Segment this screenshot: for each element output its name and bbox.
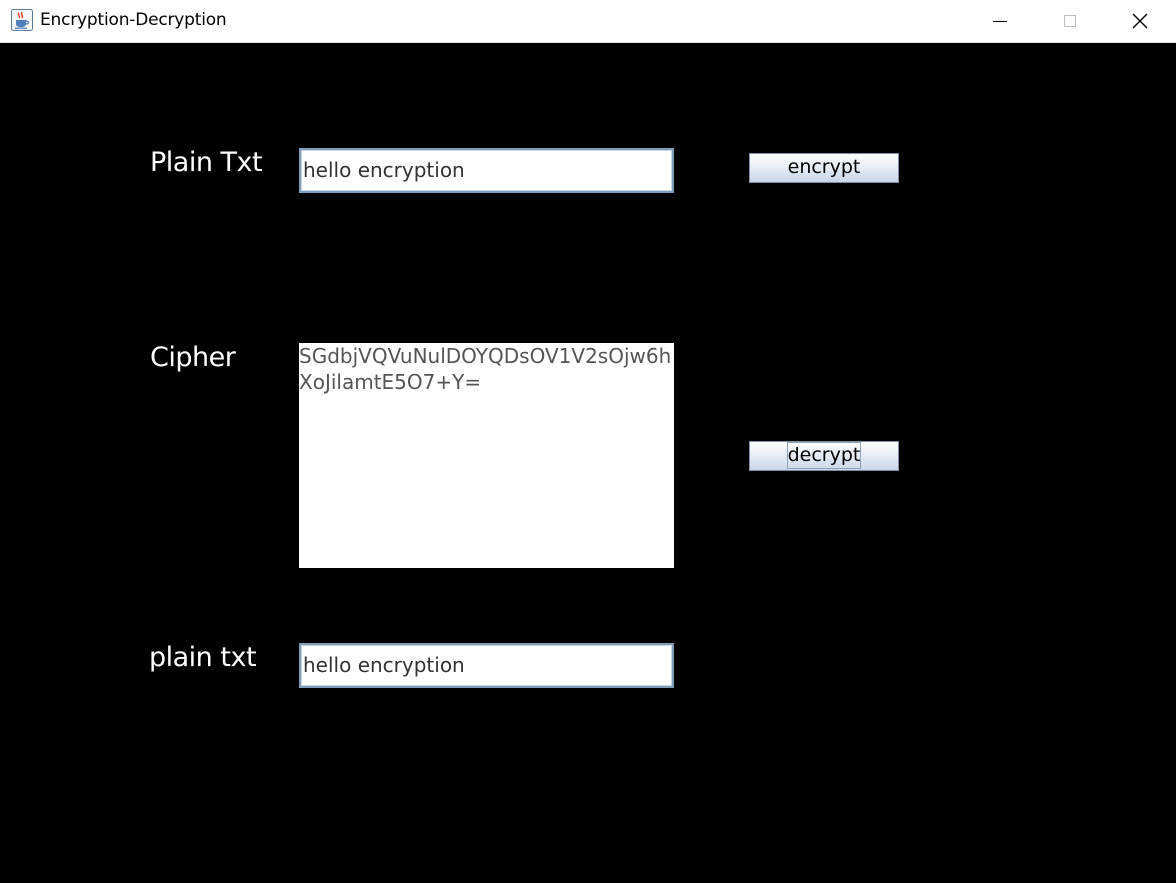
maximize-icon bbox=[1064, 15, 1076, 27]
close-button[interactable] bbox=[1105, 0, 1175, 42]
window-title: Encryption-Decryption bbox=[40, 10, 227, 30]
plain-text-label: Plain Txt bbox=[150, 147, 263, 178]
decrypt-button[interactable]: decrypt bbox=[749, 441, 899, 471]
encrypt-button[interactable]: encrypt bbox=[749, 153, 899, 183]
result-plain-text-input[interactable]: hello encryption bbox=[299, 643, 674, 688]
app-window: Encryption-Decryption Plain Txt hello en… bbox=[0, 0, 1176, 883]
maximize-button[interactable] bbox=[1035, 0, 1105, 42]
cipher-textarea[interactable]: SGdbjVQVuNulDOYQDsOV1V2sOjw6hXoJilamtE5O… bbox=[299, 343, 674, 568]
minimize-button[interactable] bbox=[965, 0, 1035, 42]
result-plain-text-label: plain txt bbox=[149, 642, 257, 673]
minimize-icon bbox=[993, 21, 1007, 22]
content-pane: Plain Txt hello encryption encrypt Ciphe… bbox=[0, 43, 1176, 883]
decrypt-button-label: decrypt bbox=[786, 442, 862, 469]
java-coffee-cup-icon bbox=[11, 9, 33, 31]
encrypt-button-label: encrypt bbox=[787, 156, 861, 178]
close-icon bbox=[1132, 13, 1148, 29]
cipher-label: Cipher bbox=[150, 342, 236, 373]
plain-text-input[interactable]: hello encryption bbox=[299, 148, 674, 193]
title-bar[interactable]: Encryption-Decryption bbox=[0, 0, 1176, 43]
